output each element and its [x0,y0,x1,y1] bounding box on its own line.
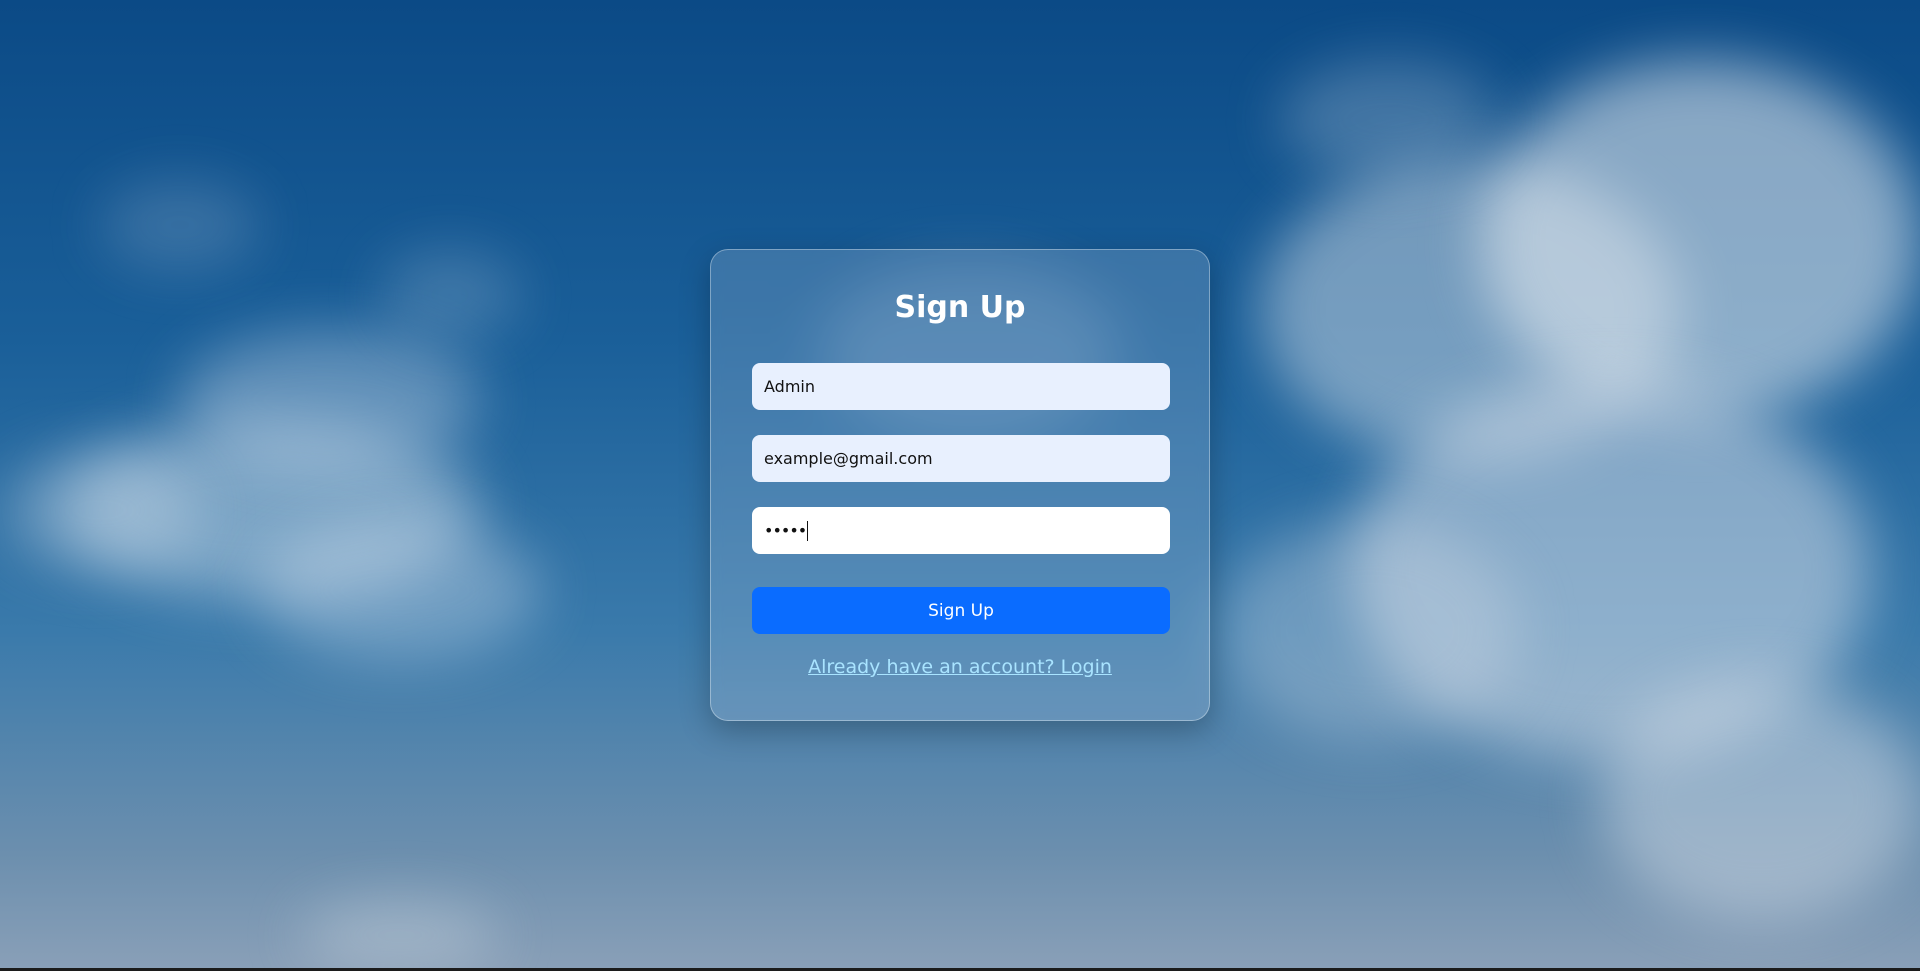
username-field[interactable]: Admin [752,363,1170,410]
form-title: Sign Up [894,290,1026,325]
password-field[interactable]: ••••• [752,507,1170,554]
signup-card: Sign Up Admin example@gmail.com ••••• Si… [710,249,1210,721]
email-value: example@gmail.com [764,449,933,468]
signup-page: Sign Up Admin example@gmail.com ••••• Si… [0,0,1920,971]
login-link[interactable]: Already have an account? Login [711,656,1209,678]
text-cursor [807,520,809,541]
email-field[interactable]: example@gmail.com [752,435,1170,482]
password-value: ••••• [764,521,807,540]
username-value: Admin [764,377,815,396]
signup-button[interactable]: Sign Up [752,587,1170,634]
